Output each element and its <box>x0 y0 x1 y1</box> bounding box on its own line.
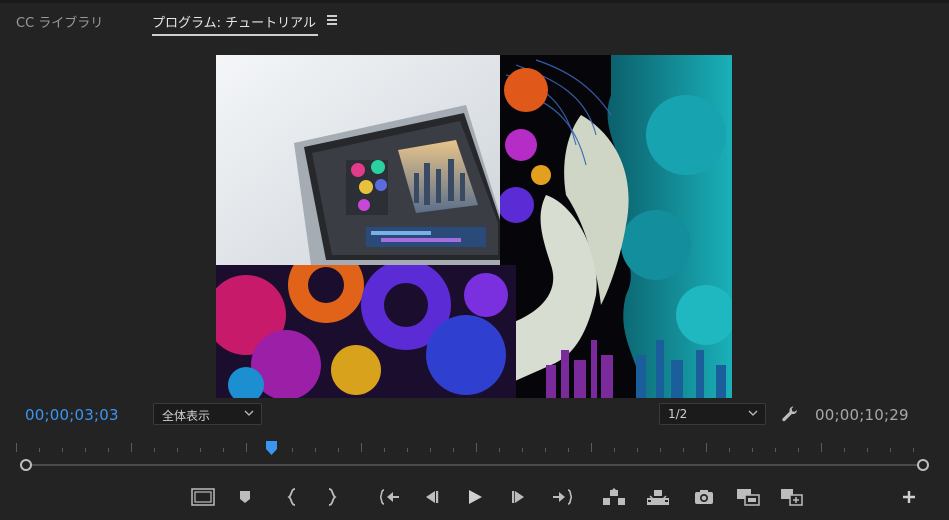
mark-in-icon[interactable] <box>279 484 305 510</box>
ruler-tick <box>154 448 155 452</box>
ruler-tick <box>706 443 707 452</box>
zoom-level-value: 全体表示 <box>162 409 211 423</box>
step-back-icon[interactable] <box>418 484 444 510</box>
ruler-tick <box>223 448 224 452</box>
ruler-tick <box>246 443 247 452</box>
ruler-tick <box>729 448 730 452</box>
ruler-tick <box>683 448 684 452</box>
program-video-frame[interactable] <box>216 55 732 398</box>
comparison-view-icon[interactable] <box>735 484 761 510</box>
ruler-tick <box>775 448 776 452</box>
ruler-tick <box>545 448 546 452</box>
duration-timecode: 00;00;10;29 <box>815 406 909 424</box>
transport-controls <box>0 484 949 510</box>
add-marker-icon[interactable] <box>232 484 258 510</box>
ruler-tick <box>867 448 868 452</box>
ruler-tick <box>499 448 500 452</box>
lift-icon[interactable] <box>601 484 627 510</box>
ruler-tick <box>614 448 615 452</box>
ruler-tick <box>476 443 477 452</box>
step-forward-icon[interactable] <box>506 484 532 510</box>
ruler-tick <box>384 448 385 452</box>
ruler-tick <box>752 448 753 452</box>
ruler-tick <box>844 448 845 452</box>
zoom-scroll-track <box>26 464 923 466</box>
zoom-handle-right[interactable] <box>917 459 929 471</box>
chevron-down-icon <box>244 410 254 416</box>
mark-out-icon[interactable] <box>319 484 345 510</box>
playback-resolution-value: 1/2 <box>668 407 688 421</box>
ruler-tick <box>453 448 454 452</box>
ruler-tick <box>62 448 63 452</box>
current-timecode[interactable]: 00;00;03;03 <box>25 406 119 424</box>
ruler-tick <box>39 448 40 452</box>
ruler-tick <box>338 448 339 452</box>
ruler-tick <box>407 448 408 452</box>
ruler-tick <box>798 448 799 452</box>
time-ruler[interactable] <box>16 440 933 452</box>
ruler-tick <box>890 448 891 452</box>
zoom-level-select[interactable]: 全体表示 <box>153 403 262 425</box>
ruler-tick <box>913 448 914 452</box>
playback-resolution-select[interactable]: 1/2 <box>659 403 766 425</box>
ruler-tick <box>108 448 109 452</box>
go-to-out-icon[interactable] <box>549 484 575 510</box>
button-editor-icon[interactable] <box>896 484 922 510</box>
ruler-tick <box>177 448 178 452</box>
ruler-tick <box>292 448 293 452</box>
wrench-icon[interactable] <box>781 405 799 423</box>
tab-program-monitor[interactable]: プログラム: チュートリアル <box>152 12 318 36</box>
go-to-in-icon[interactable] <box>377 484 403 510</box>
ruler-tick <box>637 448 638 452</box>
hamburger-menu-icon[interactable] <box>326 13 340 27</box>
ruler-tick <box>315 448 316 452</box>
zoom-scroll-bar[interactable] <box>20 458 929 472</box>
playhead-icon[interactable] <box>265 440 278 456</box>
ruler-tick <box>591 443 592 452</box>
panel-tab-bar: CC ライブラリ プログラム: チュートリアル <box>0 3 949 37</box>
ruler-tick <box>131 443 132 452</box>
ruler-tick <box>200 448 201 452</box>
export-frame-icon[interactable] <box>691 484 717 510</box>
ruler-tick <box>568 448 569 452</box>
extract-icon[interactable] <box>645 484 671 510</box>
ruler-tick <box>85 448 86 452</box>
ruler-tick <box>821 443 822 452</box>
tab-cc-library[interactable]: CC ライブラリ <box>16 12 103 31</box>
proxy-toggle-icon[interactable] <box>779 484 805 510</box>
ruler-tick <box>522 448 523 452</box>
ruler-tick <box>430 448 431 452</box>
safe-margins-icon[interactable] <box>190 484 216 510</box>
ruler-tick <box>16 443 17 452</box>
ruler-tick <box>660 448 661 452</box>
chevron-down-icon <box>748 410 758 416</box>
zoom-handle-left[interactable] <box>20 459 32 471</box>
play-icon[interactable] <box>462 484 488 510</box>
ruler-tick <box>361 443 362 452</box>
